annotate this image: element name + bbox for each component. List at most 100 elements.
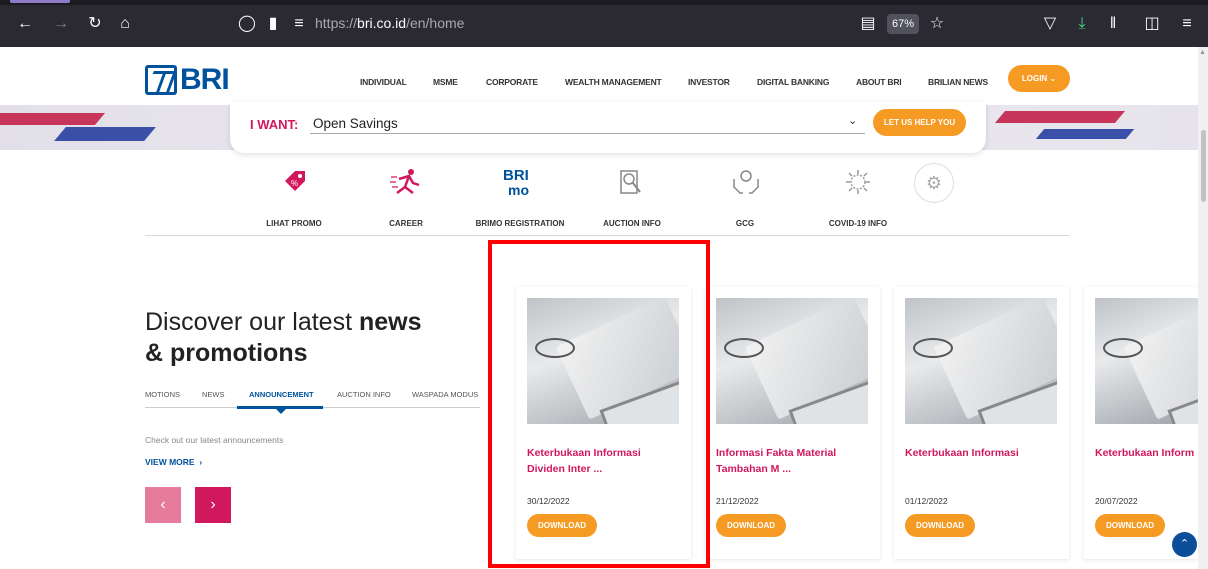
glasses-graphic (913, 338, 953, 358)
news-card-title-line: Keterbukaan Inform (1095, 447, 1195, 459)
scrollbar-track[interactable] (1198, 47, 1208, 569)
scroll-up-arrow-icon[interactable]: ▲ (1199, 49, 1206, 56)
bookmark-star-icon[interactable]: ☆ (926, 13, 948, 35)
section-title-bold: news (358, 308, 422, 336)
quicklink-auction-info[interactable]: AUCTION INFO (603, 219, 661, 228)
quicklink-lihat-promo[interactable]: LIHAT PROMO (266, 219, 321, 228)
nav-individual[interactable]: INDIVIDUAL (360, 77, 407, 87)
nav-corporate[interactable]: CORPORATE (486, 77, 538, 87)
zoom-level[interactable]: 67% (887, 14, 919, 34)
section-title: Discover our latest news & promotions (145, 307, 422, 369)
home-icon[interactable]: ⌂ (114, 13, 136, 35)
news-card-title-line: Tambahan M ... (716, 463, 792, 475)
red-highlight-box (488, 240, 710, 568)
tab-auction-info[interactable]: AUCTION INFO (337, 390, 391, 399)
chevron-right-icon: › (199, 457, 203, 467)
url-text[interactable]: https://bri.co.id/en/home (315, 15, 464, 31)
i-want-select[interactable]: Open Savings (313, 116, 398, 131)
career-runner-icon[interactable] (388, 162, 424, 202)
i-want-underline (310, 133, 865, 134)
promo-tag-icon[interactable]: % (276, 162, 312, 202)
quicklink-brimo-registration[interactable]: BRIMO REGISTRATION (476, 219, 565, 228)
glasses-graphic (1103, 338, 1143, 358)
nav-investor[interactable]: INVESTOR (688, 77, 730, 87)
nav-brilian-news[interactable]: BRILIAN NEWS (928, 77, 988, 87)
nav-wealth-management[interactable]: WEALTH MANAGEMENT (565, 77, 662, 87)
library-icon[interactable]: ‖ (1102, 13, 1124, 35)
bri-logo[interactable]: BRI (145, 62, 230, 98)
nav-about-bri[interactable]: ABOUT BRI (856, 77, 902, 87)
news-card-title[interactable]: Informasi Fakta Material Tambahan M ... (716, 445, 876, 477)
section-title-part: Discover our latest (145, 308, 359, 336)
bri-logo-mark-icon (145, 65, 177, 95)
shield-icon[interactable]: ◯ (236, 13, 258, 35)
news-card-date: 01/12/2022 (905, 496, 948, 506)
divider (145, 235, 1070, 236)
scroll-to-top-icon[interactable]: ⌃ (1172, 532, 1197, 557)
glasses-graphic (724, 338, 764, 358)
let-us-help-you-button[interactable]: LET US HELP YOU (873, 109, 966, 136)
svg-text:mo: mo (508, 182, 529, 198)
i-want-label: I WANT: (250, 117, 299, 132)
login-label: LOGIN (1021, 74, 1048, 83)
chevron-down-icon: ⌄ (1049, 74, 1057, 83)
nav-digital-banking[interactable]: DIGITAL BANKING (757, 77, 829, 87)
news-card[interactable]: Informasi Fakta Material Tambahan M ... 2… (705, 287, 880, 559)
tab-strip (0, 0, 1208, 5)
url-domain: bri.co.id (357, 15, 407, 31)
download-icon[interactable]: ⤓ (1071, 13, 1093, 35)
news-card-title-line: Informasi Fakta Material (716, 447, 837, 459)
download-button[interactable]: DOWNLOAD (716, 514, 786, 537)
news-card[interactable]: Keterbukaan Informasi 01/12/2022 DOWNLOA… (894, 287, 1069, 559)
tab-announcement[interactable]: ANNOUNCEMENT (249, 390, 314, 399)
forward-icon[interactable]: → (50, 13, 72, 35)
login-button[interactable]: LOGIN ⌄ (1008, 65, 1070, 92)
auction-search-icon[interactable] (612, 162, 648, 202)
news-card-image (905, 298, 1057, 424)
view-more-label: VIEW MORE (145, 457, 195, 467)
covid-virus-icon[interactable] (840, 162, 876, 202)
tab-news[interactable]: NEWS (202, 390, 225, 399)
news-card-title[interactable]: Keterbukaan Inform (1095, 445, 1198, 461)
brimo-logo-icon[interactable]: BRI mo (500, 162, 540, 202)
lock-icon[interactable]: ▮ (262, 13, 284, 35)
news-card-title[interactable]: Keterbukaan Informasi (905, 445, 1065, 461)
view-more-link[interactable]: VIEW MORE › (145, 457, 202, 467)
gcg-hands-icon[interactable] (728, 162, 764, 202)
news-card-date: 21/12/2022 (716, 496, 759, 506)
news-card-image (1095, 298, 1198, 424)
chevron-left-icon: ‹ (160, 496, 166, 513)
chevron-right-icon: › (210, 496, 216, 513)
quicklink-covid-19-info[interactable]: COVID-19 INFO (829, 219, 887, 228)
chevron-down-icon[interactable]: ⌄ (848, 114, 857, 127)
settings-gear-icon[interactable]: ⚙ (914, 163, 954, 203)
news-card[interactable]: Keterbukaan Inform 20/07/2022 DOWNLOAD (1084, 287, 1198, 559)
nav-msme[interactable]: MSME (433, 77, 458, 87)
download-button[interactable]: DOWNLOAD (1095, 514, 1165, 537)
bri-logo-text: BRI (180, 63, 230, 96)
news-card-image (716, 298, 868, 424)
paper-graphic (1123, 298, 1198, 420)
sidebar-icon[interactable]: ◫ (1141, 13, 1163, 35)
browser-toolbar: ← → ↻ ⌂ ◯ ▮ ≡ https://bri.co.id/en/home … (0, 0, 1208, 47)
quicklink-career[interactable]: CAREER (389, 219, 423, 228)
next-button[interactable]: › (195, 487, 231, 523)
pocket-icon[interactable]: ▽ (1039, 13, 1061, 35)
section-subtitle: Check out our latest announcements (145, 435, 284, 445)
back-icon[interactable]: ← (14, 13, 36, 35)
tab-waspada-modus[interactable]: WASPADA MODUS (412, 390, 478, 399)
news-card-title-line: Keterbukaan Informasi (905, 447, 1019, 459)
reload-icon[interactable]: ↻ (84, 13, 106, 35)
url-prefix: https:// (315, 15, 358, 31)
permissions-icon[interactable]: ≡ (288, 13, 310, 35)
news-card-date: 20/07/2022 (1095, 496, 1138, 506)
tab-motions[interactable]: MOTIONS (145, 390, 180, 399)
webpage: BRI INDIVIDUAL MSME CORPORATE WEALTH MAN… (0, 47, 1198, 569)
scrollbar-thumb[interactable] (1201, 130, 1206, 202)
banner-stripe (0, 113, 106, 125)
menu-icon[interactable]: ≡ (1176, 13, 1198, 35)
prev-button[interactable]: ‹ (145, 487, 181, 523)
quicklink-gcg[interactable]: GCG (736, 219, 754, 228)
download-button[interactable]: DOWNLOAD (905, 514, 975, 537)
reader-view-icon[interactable]: ▤ (857, 13, 879, 35)
